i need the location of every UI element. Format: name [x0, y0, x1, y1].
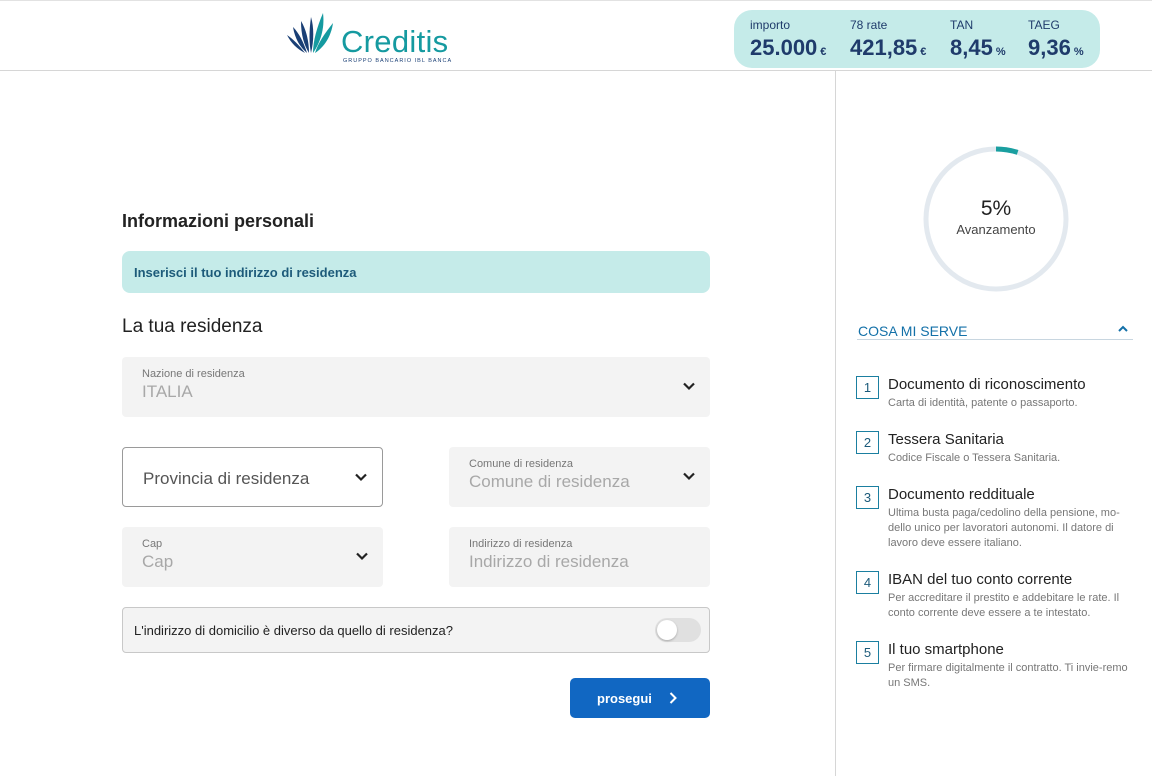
chevron-right-icon [669, 692, 677, 704]
section-title: Informazioni personali [122, 211, 315, 231]
progress-ring: 5% Avanzamento [922, 145, 1070, 293]
provincia-placeholder: Provincia di residenza [143, 469, 310, 488]
nazione-label: Nazione di residenza [142, 368, 245, 380]
need-desc: Carta di identità, patente o passaporto. [888, 397, 1078, 409]
need-desc: Per firmare digitalmente il contratto. T… [888, 662, 1128, 689]
need-number: 5 [856, 641, 879, 664]
indirizzo-label: Indirizzo di residenza [469, 538, 573, 550]
need-number: 1 [856, 376, 879, 399]
need-title: Documento reddituale [888, 486, 1035, 503]
leaf-logo-icon [287, 13, 333, 53]
brand-tagline: GRUPPO BANCARIO IBL BANCA [343, 58, 453, 64]
summary-taeg: TAEG 9,36% [1028, 18, 1084, 61]
summary-importo: importo 25.000 € [750, 18, 826, 61]
chevron-down-icon [683, 382, 695, 391]
progress-percent: 5% [980, 197, 1012, 220]
summary-unit: % [1073, 46, 1084, 58]
summary-rate: 78 rate 421,85 € [850, 18, 926, 61]
nazione-value: ITALIA [142, 382, 193, 401]
needs-accordion-header[interactable]: COSA MI SERVE [857, 319, 1133, 340]
subsection-title: La tua residenza [122, 316, 263, 337]
need-number: 3 [856, 486, 879, 509]
header: Creditis GRUPPO BANCARIO IBL BANCA impor… [0, 0, 1152, 71]
chevron-down-icon [356, 552, 368, 561]
summary-label: TAEG [1028, 18, 1060, 32]
chevron-down-icon [355, 473, 367, 482]
comune-label: Comune di residenza [469, 458, 573, 470]
indirizzo-placeholder: Indirizzo di residenza [469, 552, 629, 571]
prosegui-button[interactable]: prosegui [570, 678, 710, 718]
summary-value: 421,85 [850, 35, 918, 60]
summary-label: 78 rate [850, 18, 888, 32]
toggle-knob [657, 620, 677, 640]
summary-unit: € [920, 46, 927, 58]
summary-label: importo [750, 18, 791, 32]
nazione-select[interactable]: Nazione di residenza ITALIA [122, 357, 710, 417]
info-banner: Inserisci il tuo indirizzo di residenza [122, 251, 710, 293]
summary-unit: % [995, 46, 1006, 58]
chevron-down-icon [683, 472, 695, 481]
sidebar-divider [835, 71, 836, 776]
summary-unit: € [820, 46, 827, 58]
summary-value: 25.000 [750, 35, 818, 60]
summary-label: TAN [950, 18, 974, 32]
cap-select[interactable]: Cap Cap [122, 527, 383, 587]
comune-placeholder: Comune di residenza [469, 472, 630, 491]
domicilio-toggle[interactable] [655, 618, 701, 642]
need-title: IBAN del tuo conto corrente [888, 571, 1073, 588]
progress-label: Avanzamento [956, 222, 1036, 237]
need-title: Tessera Sanitaria [888, 431, 1004, 448]
domicilio-toggle-label: L'indirizzo di domicilio è diverso da qu… [134, 623, 453, 638]
domicilio-toggle-row: L'indirizzo di domicilio è diverso da qu… [122, 607, 710, 653]
brand-name: Creditis [341, 24, 449, 59]
cap-label: Cap [142, 538, 163, 550]
need-desc: Codice Fiscale o Tessera Sanitaria. [888, 452, 1061, 464]
provincia-select[interactable]: Provincia di residenza [122, 447, 383, 507]
need-title: Il tuo smartphone [888, 641, 1004, 658]
needs-title: COSA MI SERVE [858, 323, 968, 339]
need-desc: Per accreditare il prestito e addebitare… [888, 592, 1120, 619]
loan-summary: importo 25.000 € 78 rate 421,85 € TAN 8,45… [734, 10, 1100, 68]
summary-value: 8,45 [950, 35, 993, 60]
need-number: 2 [856, 431, 879, 454]
need-number: 4 [856, 571, 879, 594]
indirizzo-input[interactable]: Indirizzo di residenza Indirizzo di resi… [449, 527, 710, 587]
summary-tan: TAN 8,45% [950, 18, 1006, 61]
need-title: Documento di riconoscimento [888, 376, 1086, 393]
chevron-up-icon [1118, 325, 1128, 332]
need-desc: Ultima busta paga/cedolino della pension… [888, 507, 1120, 549]
summary-value: 9,36 [1028, 35, 1071, 60]
comune-select[interactable]: Comune di residenza Comune di residenza [449, 447, 710, 507]
cap-placeholder: Cap [142, 552, 174, 571]
info-banner-text: Inserisci il tuo indirizzo di residenza [134, 265, 357, 280]
prosegui-label: prosegui [597, 691, 652, 706]
brand-logo[interactable]: Creditis GRUPPO BANCARIO IBL BANCA [283, 11, 463, 64]
